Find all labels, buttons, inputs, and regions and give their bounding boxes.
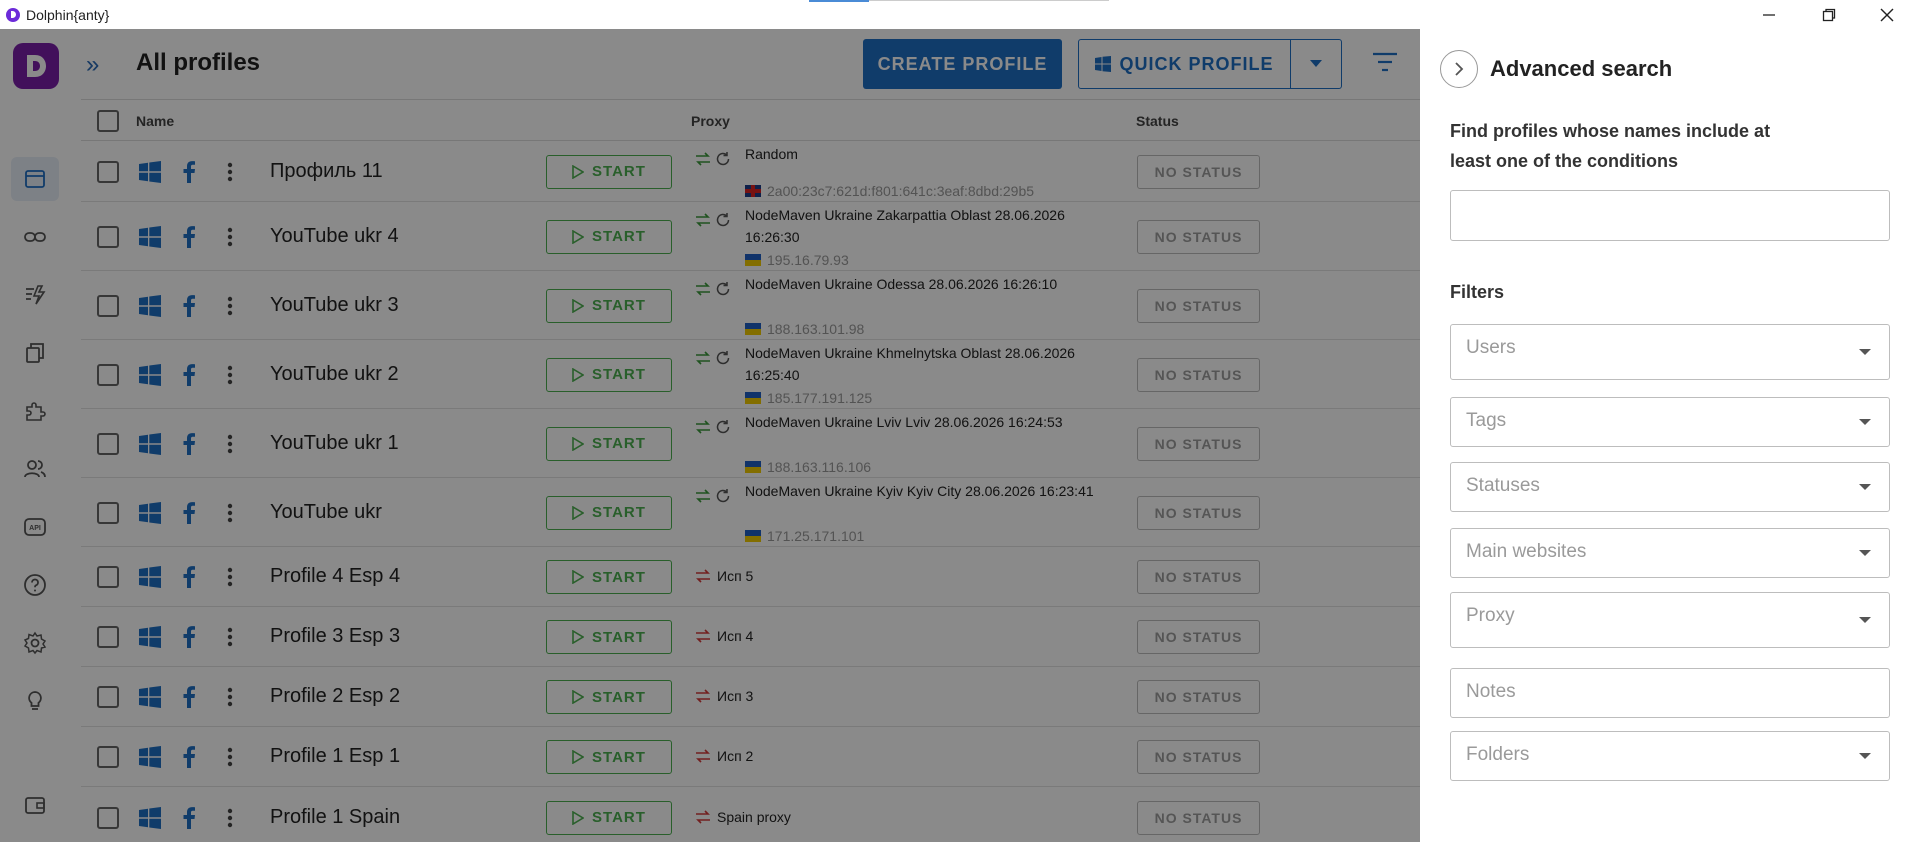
chevron-down-icon[interactable] — [1859, 617, 1871, 623]
filters-heading: Filters — [1450, 282, 1505, 302]
minimize-icon — [1763, 13, 1775, 16]
proxy-select[interactable]: Proxy — [1450, 592, 1890, 648]
notes-input[interactable]: Notes — [1450, 668, 1890, 718]
window-title: Dolphin{anty} — [26, 6, 110, 23]
folders-placeholder: Folders — [1466, 744, 1530, 765]
chevron-down-icon[interactable] — [1859, 484, 1871, 490]
chevron-down-icon[interactable] — [1859, 753, 1871, 759]
users-select[interactable]: Users — [1450, 324, 1890, 380]
search-hint: Find profiles whose names include at lea… — [1450, 121, 1771, 171]
maximize-button[interactable] — [1800, 0, 1858, 29]
chevron-down-icon[interactable] — [1859, 550, 1871, 556]
maximize-icon — [1822, 8, 1836, 21]
title-bar-divider — [869, 0, 1109, 1]
tags-placeholder: Tags — [1466, 410, 1507, 431]
main-websites-select[interactable]: Main websites — [1450, 528, 1890, 578]
chevron-right-icon — [1455, 62, 1464, 76]
proxy-placeholder: Proxy — [1466, 605, 1515, 626]
tags-select[interactable]: Tags — [1450, 397, 1890, 447]
close-window-button[interactable] — [1858, 0, 1916, 29]
users-placeholder: Users — [1466, 337, 1516, 358]
name-conditions-input[interactable] — [1450, 190, 1890, 241]
app-logo-icon — [6, 7, 20, 22]
chevron-down-icon[interactable] — [1859, 419, 1871, 425]
title-bar-accent — [809, 0, 869, 2]
statuses-placeholder: Statuses — [1466, 475, 1540, 496]
chevron-down-icon[interactable] — [1859, 349, 1871, 355]
close-icon — [1880, 8, 1894, 21]
minimize-button[interactable] — [1740, 0, 1798, 29]
collapse-panel-button[interactable] — [1440, 50, 1478, 88]
panel-title: Advanced search — [1490, 56, 1673, 81]
title-bar: Dolphin{anty} — [0, 0, 1920, 29]
statuses-select[interactable]: Statuses — [1450, 462, 1890, 512]
folders-select[interactable]: Folders — [1450, 731, 1890, 781]
main-websites-placeholder: Main websites — [1466, 541, 1587, 562]
advanced-search-panel: Advanced search Find profiles whose name… — [1420, 29, 1920, 842]
modal-overlay[interactable] — [0, 29, 1420, 842]
notes-placeholder: Notes — [1466, 681, 1516, 702]
